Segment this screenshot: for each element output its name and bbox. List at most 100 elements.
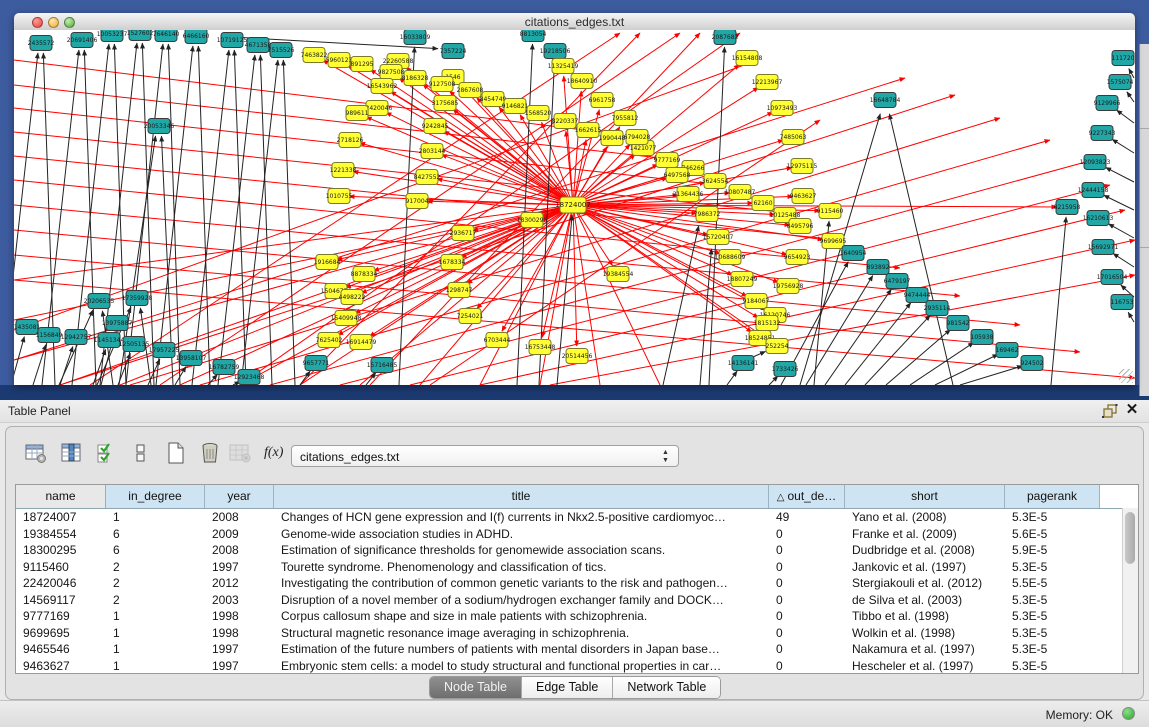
table-cell[interactable]: 5.6E-5	[1005, 526, 1100, 543]
graph-node[interactable]: 16543962	[367, 79, 398, 94]
table-cell[interactable]: Nakamura et al. (1997)	[845, 641, 1005, 658]
graph-node[interactable]: 9127508	[429, 77, 456, 92]
graph-node[interactable]: 111720	[1112, 51, 1135, 66]
graph-node[interactable]: 981542	[947, 316, 970, 331]
table-selector-dropdown[interactable]: citations_edges.txt ▲▼	[291, 445, 679, 467]
table-cell[interactable]: 9463627	[16, 658, 106, 675]
citation-edge-red[interactable]	[14, 205, 573, 280]
float-panel-button[interactable]	[1101, 403, 1119, 419]
graph-node[interactable]: 1221338	[330, 163, 357, 178]
graph-node[interactable]: 105938	[971, 330, 994, 345]
citation-edge-red[interactable]	[573, 205, 775, 215]
graph-node[interactable]: 6703444	[484, 333, 511, 348]
citation-edge-red[interactable]	[14, 255, 1080, 352]
table-cell[interactable]: Jankovic et al. (1997)	[845, 559, 1005, 576]
graph-node[interactable]: 10688609	[715, 250, 746, 265]
table-cell[interactable]: 6	[106, 542, 205, 559]
citation-edge-black[interactable]	[14, 53, 38, 385]
citation-edge-red[interactable]	[14, 205, 960, 296]
citation-edge-black[interactable]	[1108, 224, 1134, 238]
table-cell[interactable]: 2008	[205, 509, 274, 526]
graph-node[interactable]: 18724007	[555, 197, 591, 213]
graph-node[interactable]: 12975115	[787, 159, 818, 174]
create-table-button[interactable]	[164, 441, 190, 467]
graph-node[interactable]: 1575074	[1107, 75, 1134, 90]
graph-node[interactable]: 10719125	[217, 33, 248, 48]
table-cell[interactable]: 2003	[205, 592, 274, 609]
graph-node[interactable]: 16782759	[209, 360, 240, 375]
table-cell[interactable]: 5.3E-5	[1005, 641, 1100, 658]
graph-node[interactable]: 3624554	[702, 174, 729, 189]
graph-node[interactable]: 9657771	[303, 356, 330, 371]
graph-node[interactable]: 15720407	[703, 230, 734, 245]
graph-node[interactable]: 1678334	[439, 255, 466, 270]
table-cell[interactable]: Hescheler et al. (1997)	[845, 658, 1005, 675]
table-cell[interactable]: 1	[106, 625, 205, 642]
table-cell[interactable]: 0	[769, 559, 845, 576]
graph-node[interactable]: 19218506	[540, 44, 571, 59]
graph-node[interactable]: 18640910	[567, 74, 598, 89]
graph-node[interactable]: 21364436	[673, 187, 704, 202]
graph-node[interactable]: 1156849	[36, 328, 63, 343]
graph-node[interactable]: 9242845	[422, 119, 449, 134]
table-cell[interactable]: Estimation of the future numbers of pati…	[274, 641, 769, 658]
graph-node[interactable]: 20206535	[84, 294, 115, 309]
table-cell[interactable]: Tourette syndrome. Phenomenology and cla…	[274, 559, 769, 576]
graph-node[interactable]: 8427552	[414, 170, 441, 185]
table-cell[interactable]: 0	[769, 608, 845, 625]
table-cell[interactable]: 2	[106, 559, 205, 576]
vertical-scrollbar[interactable]	[1122, 508, 1138, 673]
citation-edge-black[interactable]	[241, 60, 278, 385]
tab-network-table[interactable]: Network Table	[613, 677, 720, 698]
window-resize-grip[interactable]	[1119, 369, 1133, 383]
table-settings-button[interactable]	[24, 441, 50, 467]
table-cell[interactable]: 2	[106, 592, 205, 609]
graph-node[interactable]: 11325419	[548, 59, 579, 74]
citation-edge-black[interactable]	[234, 50, 246, 385]
citation-edge-black[interactable]	[1117, 110, 1134, 123]
table-cell[interactable]: 5.3E-5	[1005, 592, 1100, 609]
graph-node[interactable]: 12923468	[234, 370, 265, 385]
table-cell[interactable]: 1997	[205, 559, 274, 576]
graph-node[interactable]: 2087682	[712, 30, 739, 45]
graph-node[interactable]: 19756928	[773, 279, 804, 294]
graph-node[interactable]: 2435572	[28, 36, 55, 51]
table-cell[interactable]: 0	[769, 625, 845, 642]
table-cell[interactable]: 5.3E-5	[1005, 625, 1100, 642]
graph-node[interactable]: 13958107	[176, 351, 207, 366]
graph-node[interactable]: 2718126	[337, 133, 364, 148]
graph-node[interactable]: 924502	[1021, 356, 1044, 371]
table-cell[interactable]: 9699695	[16, 625, 106, 642]
tab-node-table[interactable]: Node Table	[430, 677, 522, 698]
graph-node[interactable]: 1298747	[446, 283, 473, 298]
graph-node[interactable]: 1662615	[575, 123, 602, 138]
table-cell[interactable]: Structural magnetic resonance image aver…	[274, 625, 769, 642]
graph-node[interactable]: 18300295	[517, 213, 548, 228]
graph-node[interactable]: 116753	[1111, 295, 1134, 310]
table-cell[interactable]: 18724007	[16, 509, 106, 526]
citation-edge-black[interactable]	[118, 353, 130, 385]
table-cell[interactable]: 2009	[205, 526, 274, 543]
table-cell[interactable]: 9115460	[16, 559, 106, 576]
graph-node[interactable]: 7625402	[316, 333, 343, 348]
graph-node[interactable]: 6961758	[589, 93, 616, 108]
graph-node[interactable]: 5960123	[326, 53, 353, 68]
graph-node[interactable]: 12213967	[752, 75, 783, 90]
graph-node[interactable]: 2936717	[450, 226, 477, 241]
citation-edge-black[interactable]	[727, 371, 737, 385]
graph-node[interactable]: 14136141	[728, 356, 759, 371]
table-cell[interactable]: 1998	[205, 608, 274, 625]
graph-node[interactable]: 20514456	[562, 349, 593, 364]
table-cell[interactable]: 1997	[205, 641, 274, 658]
table-cell[interactable]: Genome-wide association studies in ADHD.	[274, 526, 769, 543]
graph-node[interactable]: 169462	[996, 343, 1019, 358]
table-cell[interactable]: 9465546	[16, 641, 106, 658]
graph-node[interactable]: 6497568	[664, 168, 691, 183]
graph-node[interactable]: 9827508	[378, 65, 405, 80]
table-cell[interactable]: 1	[106, 509, 205, 526]
table-cell[interactable]: 0	[769, 575, 845, 592]
graph-node[interactable]: 8495796	[787, 219, 814, 234]
column-header-out_de[interactable]: △out_de…	[769, 485, 845, 508]
graph-node[interactable]: 16154808	[732, 51, 763, 66]
table-cell[interactable]: Dudbridge et al. (2008)	[845, 542, 1005, 559]
